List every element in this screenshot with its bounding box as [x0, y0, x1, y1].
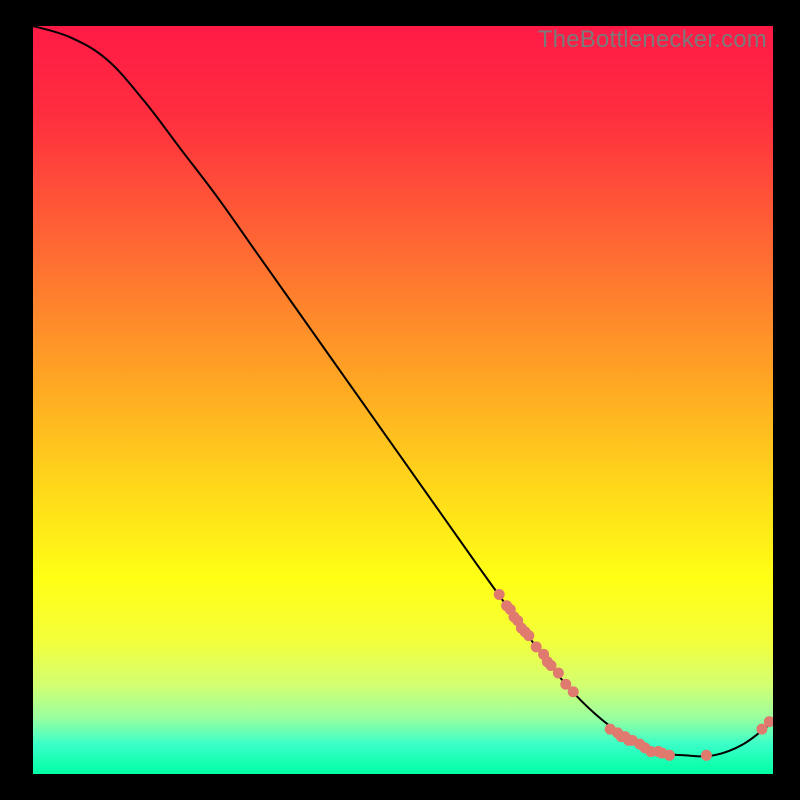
data-marker: [568, 686, 579, 697]
data-marker: [701, 750, 712, 761]
data-marker: [553, 668, 564, 679]
chart-frame: TheBottlenecker.com: [0, 0, 800, 800]
gradient-background: [33, 26, 773, 774]
data-marker: [494, 589, 505, 600]
watermark-text: TheBottlenecker.com: [538, 26, 767, 54]
data-marker: [523, 630, 534, 641]
plot-area: [33, 26, 773, 774]
data-marker: [664, 750, 675, 761]
